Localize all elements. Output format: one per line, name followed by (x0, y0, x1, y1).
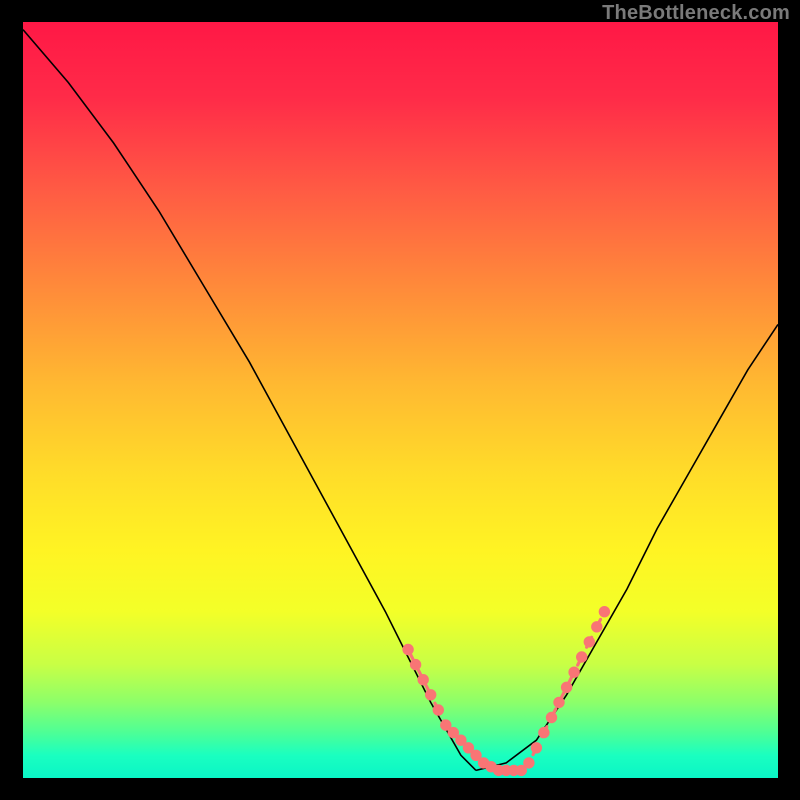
chart-frame: TheBottleneck.com (0, 0, 800, 800)
plot-background (23, 22, 778, 778)
watermark-label: TheBottleneck.com (602, 2, 790, 25)
